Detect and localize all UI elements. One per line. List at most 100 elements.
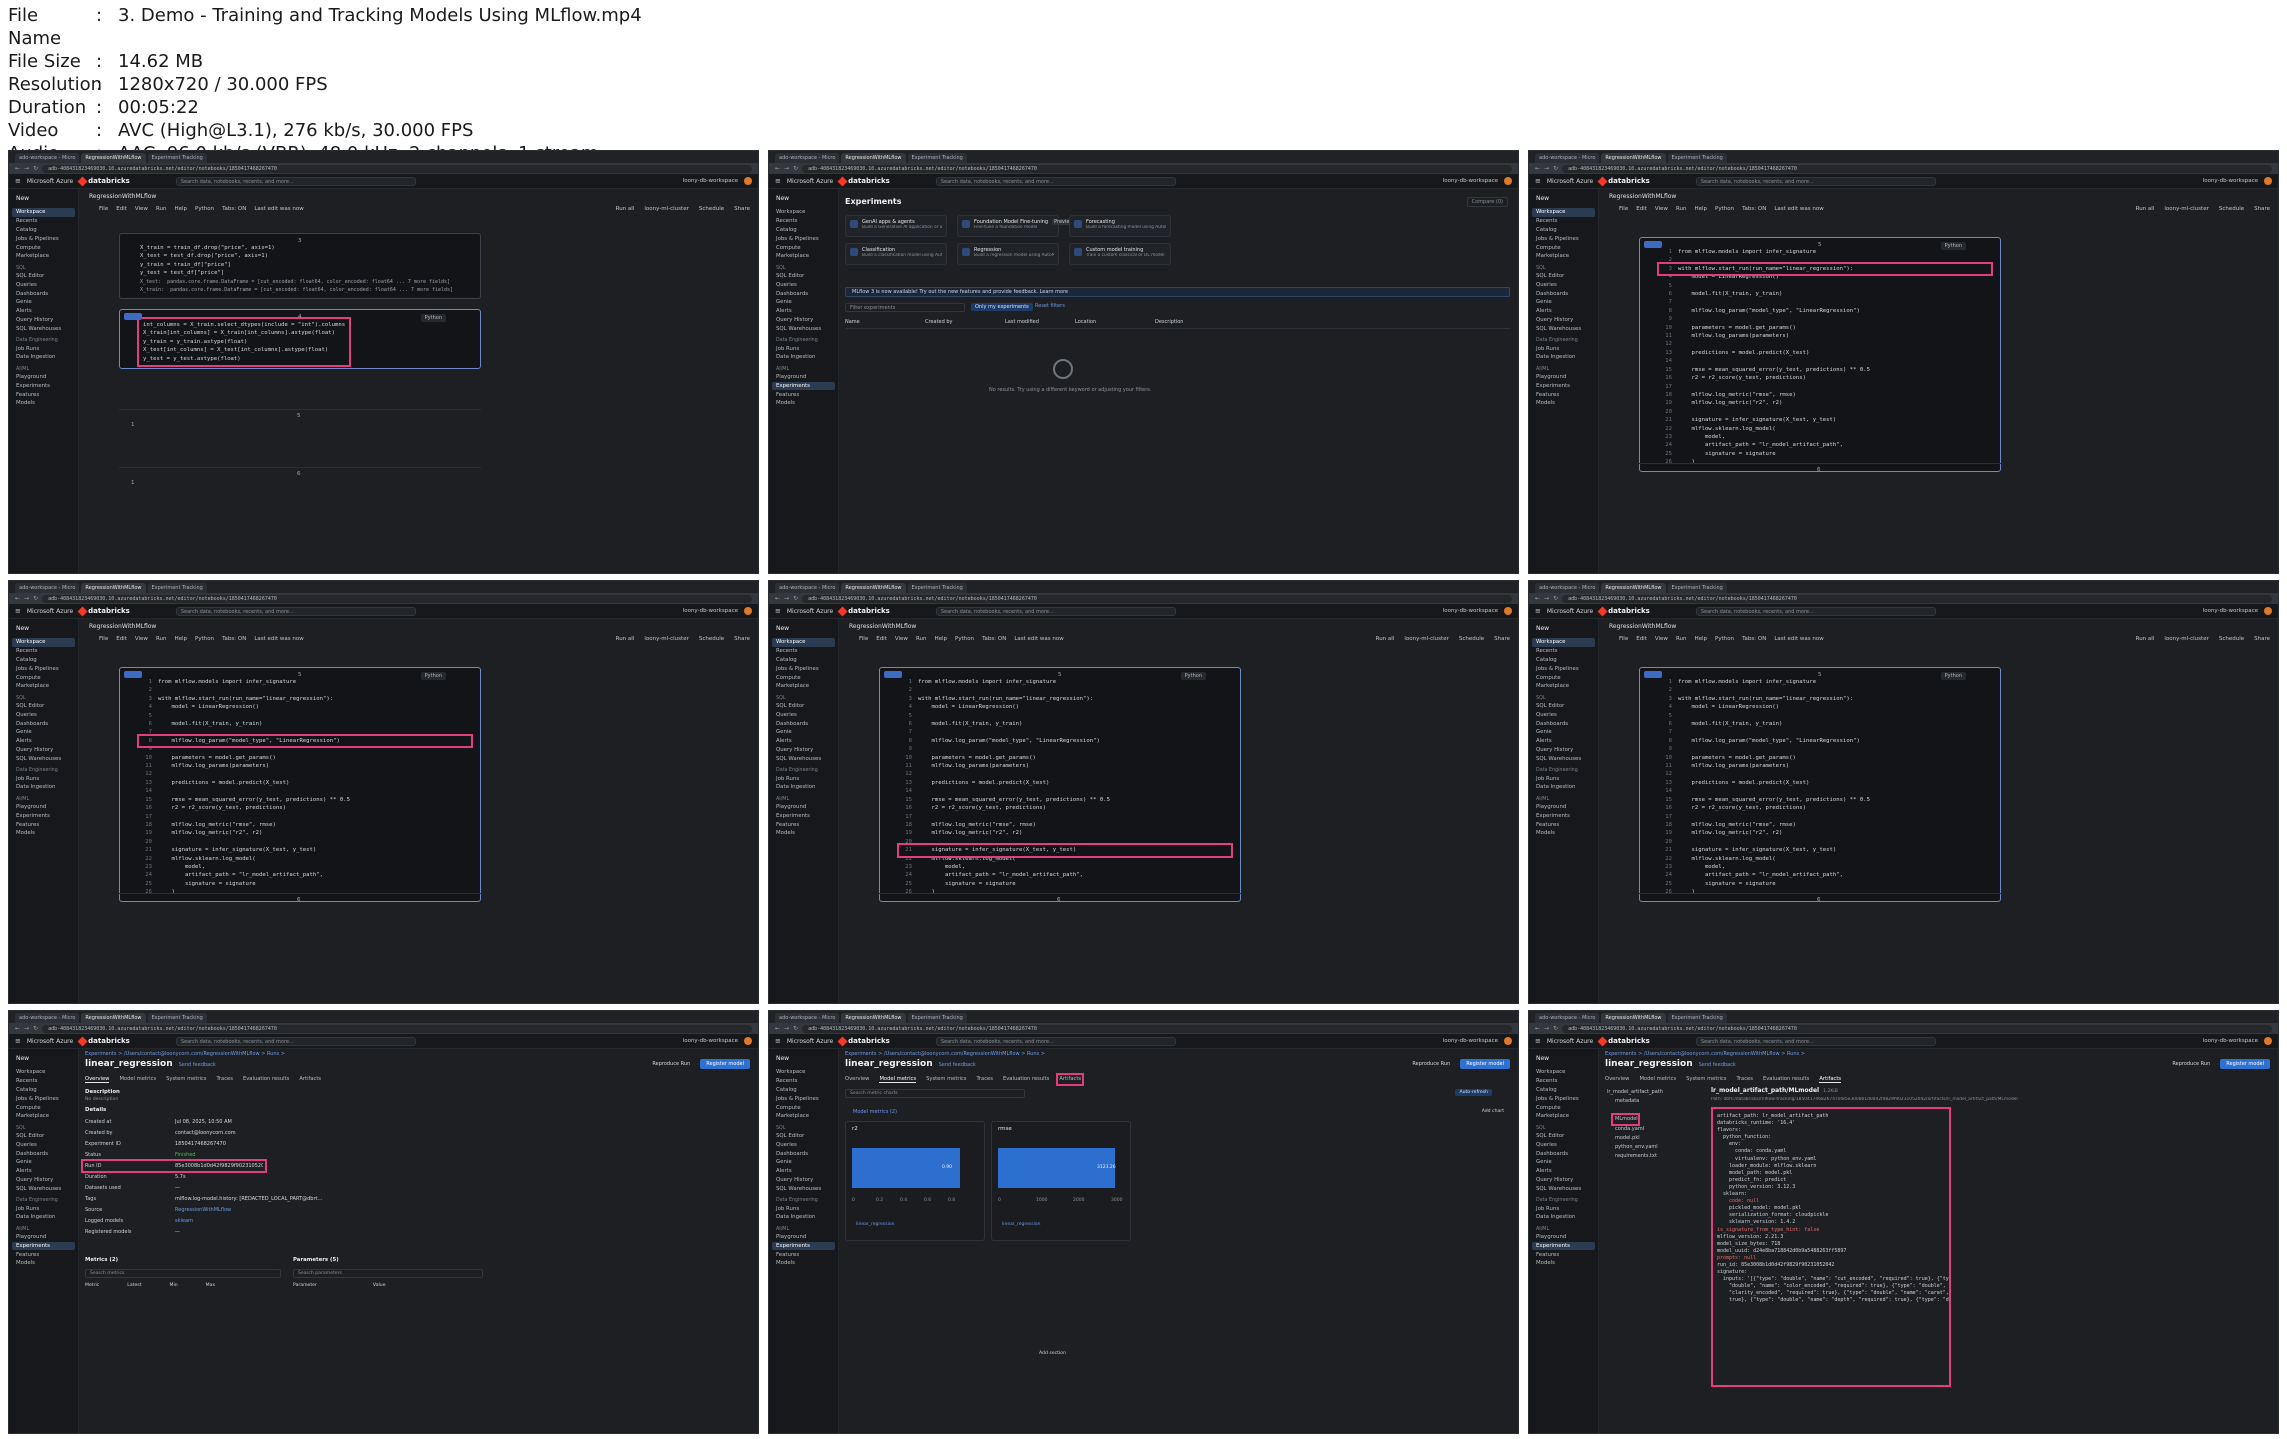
reproduce-run-button[interactable]: Reproduce Run [648,1059,694,1069]
notebook-action[interactable]: Run all [2136,636,2155,642]
sidebar-item[interactable]: Playground [1532,373,1595,382]
workspace-selector[interactable]: loony-db-workspace [1443,1038,1498,1044]
sidebar-item[interactable]: Models [772,399,835,408]
sidebar-item[interactable]: Alerts [772,1167,835,1176]
new-button[interactable]: New [1532,193,1595,204]
sidebar-item[interactable]: Playground [772,803,835,812]
sidebar-item[interactable]: Compute [772,1103,835,1112]
sidebar-item[interactable]: Dashboards [772,719,835,728]
sidebar-item[interactable]: SQL Warehouses [772,754,835,763]
register-model-button[interactable]: Register model [1460,1059,1510,1069]
browser-tab[interactable]: RegressionWithMLflow [81,583,146,593]
sidebar-item[interactable]: Features [12,1250,75,1259]
sidebar-item[interactable]: SQL Editor [772,1132,835,1141]
run-tab[interactable]: Evaluation results [243,1076,289,1083]
sidebar-item[interactable]: Compute [772,243,835,252]
artifact-file[interactable]: conda.yaml [1607,1124,1697,1133]
sidebar-item[interactable]: Playground [772,1233,835,1242]
sidebar-item[interactable]: Query History [772,316,835,325]
breadcrumb[interactable]: Experiments > /Users/contact@loonycorn.c… [1605,1051,1805,1057]
breadcrumb[interactable]: Experiments > /Users/contact@loonycorn.c… [85,1051,285,1057]
run-tab[interactable]: Traces [1736,1076,1752,1083]
artifact-file[interactable]: requirements.txt [1607,1151,1697,1160]
notebook-action[interactable]: Run all [616,206,635,212]
sidebar-item[interactable]: Models [12,1259,75,1268]
notebook-menu-item[interactable]: Help [1694,206,1707,212]
notebook-action[interactable]: Share [734,206,750,212]
sidebar-item[interactable]: SQL Editor [1532,272,1595,281]
sidebar-item[interactable]: Query History [1532,1176,1595,1185]
avatar[interactable] [2264,607,2272,615]
menu-icon[interactable]: ≡ [15,607,21,615]
register-model-button[interactable]: Register model [2220,1059,2270,1069]
avatar[interactable] [744,177,752,185]
url-field[interactable]: adb-408431823469030.10.azuredatabricks.n… [1562,164,2272,173]
sidebar-item[interactable]: Jobs & Pipelines [772,234,835,243]
notebook-action[interactable]: Schedule [1459,636,1484,642]
run-tab[interactable]: Artifacts [299,1076,321,1083]
notebook-menu-item[interactable]: Help [934,636,947,642]
sidebar-item[interactable]: Models [1532,829,1595,838]
notebook-action[interactable]: Share [2254,636,2270,642]
menu-icon[interactable]: ≡ [1535,1037,1541,1045]
sidebar-item[interactable]: Features [1532,820,1595,829]
browser-tab[interactable]: Experiment Tracking [907,153,967,163]
notebook-menu-item[interactable]: Tabs: ON [982,636,1006,642]
run-tab[interactable]: System metrics [1686,1076,1726,1083]
notebook-menu-item[interactable]: Python [1715,636,1734,642]
sidebar-item[interactable]: Catalog [12,656,75,665]
workspace-selector[interactable]: loony-db-workspace [1443,608,1498,614]
workspace-selector[interactable]: loony-db-workspace [2203,1038,2258,1044]
sidebar-item[interactable]: Jobs & Pipelines [12,1094,75,1103]
sidebar-item[interactable]: Genie [12,728,75,737]
notebook-menu-item[interactable]: Help [1694,636,1707,642]
run-tab[interactable]: Model metrics [1639,1076,1676,1083]
browser-tab[interactable]: ado-workspace - Micro [1535,153,1600,163]
compare-button[interactable]: Compare (0) [1466,197,1508,207]
sidebar-item[interactable]: Queries [772,710,835,719]
sidebar-item[interactable]: Workspace [772,638,835,647]
only-my-experiments-toggle[interactable]: Only my experiments [971,303,1033,311]
forward-icon[interactable]: → [1544,1025,1549,1033]
sidebar-item[interactable]: Genie [1532,298,1595,307]
sidebar-item[interactable]: Dashboards [1532,289,1595,298]
reload-icon[interactable]: ↻ [33,165,38,173]
sidebar-item[interactable]: Jobs & Pipelines [1532,234,1595,243]
back-icon[interactable]: ← [1535,165,1540,173]
url-field[interactable]: adb-408431823469030.10.azuredatabricks.n… [1562,1024,2272,1033]
notebook-action[interactable]: loony-ml-cluster [644,636,688,642]
notebook-menu-item[interactable]: File [1619,636,1628,642]
sidebar-item[interactable]: Catalog [772,656,835,665]
sidebar-item[interactable]: Queries [772,280,835,289]
workspace-selector[interactable]: loony-db-workspace [2203,178,2258,184]
sidebar-item[interactable]: Alerts [1532,307,1595,316]
sidebar-item[interactable]: Workspace [772,1068,835,1077]
sidebar-item[interactable]: Playground [12,803,75,812]
browser-tab[interactable]: Experiment Tracking [147,583,207,593]
sidebar-item[interactable]: Data Ingestion [12,353,75,362]
sidebar-item[interactable]: Dashboards [1532,1149,1595,1158]
notebook-menu-item[interactable]: View [895,636,908,642]
column-header[interactable]: Location [1075,319,1155,328]
avatar[interactable] [744,607,752,615]
cell-language[interactable]: Python [1940,242,1966,250]
sidebar-item[interactable]: Experiments [772,1241,835,1251]
sidebar-item[interactable]: SQL Editor [1532,1132,1595,1141]
sidebar-item[interactable]: Jobs & Pipelines [772,664,835,673]
run-cell-button[interactable] [1644,241,1662,248]
browser-tab[interactable]: ado-workspace - Micro [15,153,80,163]
cell-language[interactable]: Python [1180,672,1206,680]
sidebar-item[interactable]: Marketplace [12,682,75,691]
sidebar-item[interactable]: SQL Warehouses [772,1184,835,1193]
notebook-menu-item[interactable]: Tabs: ON [222,636,246,642]
sidebar-item[interactable]: SQL Warehouses [772,324,835,333]
sidebar-item[interactable]: Genie [12,1158,75,1167]
notebook-menu-item[interactable]: Last edit was now [254,206,303,212]
sidebar-item[interactable]: Data Ingestion [1532,353,1595,362]
new-button[interactable]: New [12,1053,75,1064]
url-field[interactable]: adb-408431823469030.10.azuredatabricks.n… [1562,594,2272,603]
browser-tab[interactable]: Experiment Tracking [1667,1013,1727,1023]
browser-tab[interactable]: RegressionWithMLflow [1601,1013,1666,1023]
notebook-menu-item[interactable]: Run [1676,636,1687,642]
sidebar-item[interactable]: Marketplace [772,252,835,261]
